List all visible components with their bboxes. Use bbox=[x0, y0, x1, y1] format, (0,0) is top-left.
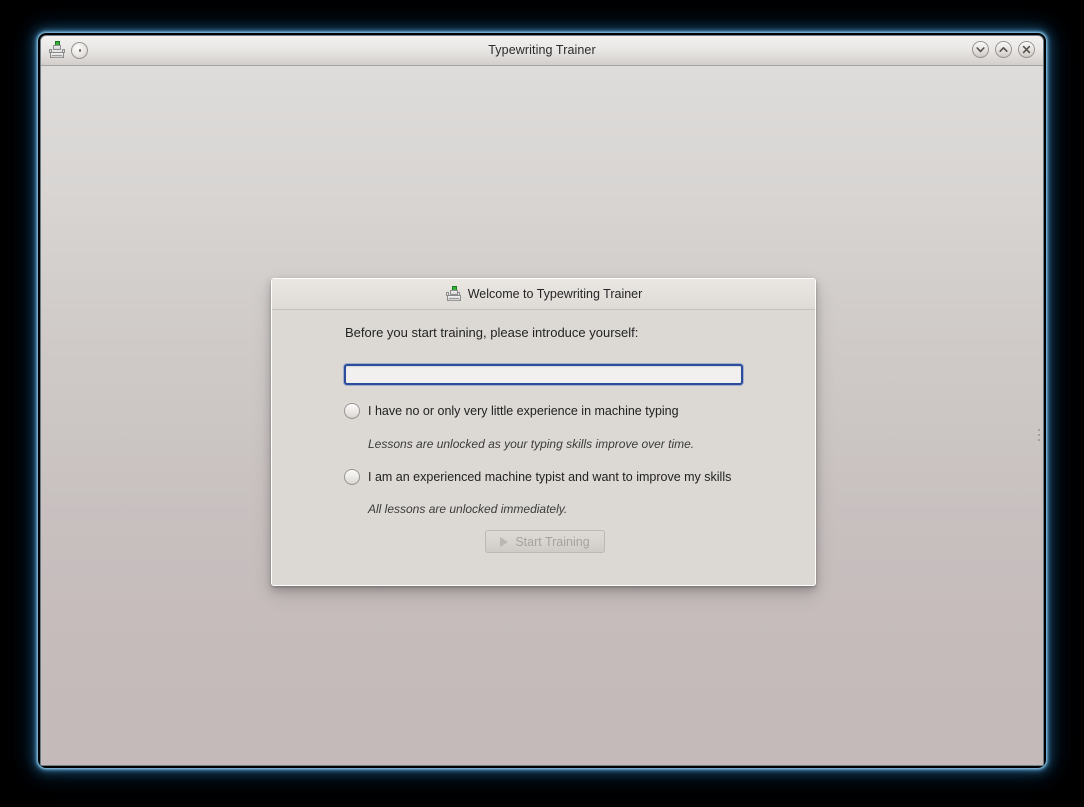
start-training-button[interactable]: Start Training bbox=[485, 530, 605, 553]
introduce-yourself-label: Before you start training, please introd… bbox=[345, 325, 639, 340]
hint-experienced: All lessons are unlocked immediately. bbox=[368, 502, 568, 516]
window-title: Typewriting Trainer bbox=[488, 43, 596, 57]
chevron-down-icon bbox=[976, 47, 985, 53]
window-client-area: Welcome to Typewriting Trainer Before yo… bbox=[41, 66, 1043, 765]
resize-grip[interactable] bbox=[1038, 429, 1041, 443]
option-row-beginner[interactable]: I have no or only very little experience… bbox=[344, 403, 679, 419]
radio-experienced[interactable] bbox=[344, 469, 360, 485]
radio-experienced-label: I am an experienced machine typist and w… bbox=[368, 470, 732, 484]
play-icon bbox=[500, 536, 509, 547]
hint-beginner: Lessons are unlocked as your typing skil… bbox=[368, 437, 695, 451]
dialog-titlebar: Welcome to Typewriting Trainer bbox=[272, 279, 815, 310]
option-row-experienced[interactable]: I am an experienced machine typist and w… bbox=[344, 469, 731, 485]
close-button[interactable] bbox=[1018, 41, 1035, 58]
chevron-up-icon bbox=[999, 47, 1008, 52]
close-icon bbox=[1022, 45, 1031, 54]
dialog-caption: Welcome to Typewriting Trainer bbox=[272, 279, 815, 309]
start-training-label: Start Training bbox=[515, 534, 590, 549]
dialog-title-text: Welcome to Typewriting Trainer bbox=[467, 287, 643, 301]
application-window: Typewriting Trainer Welcome to Typewriti… bbox=[40, 35, 1044, 766]
window-titlebar[interactable]: Typewriting Trainer bbox=[41, 36, 1043, 66]
radio-beginner[interactable] bbox=[344, 403, 360, 419]
desktop-background: Typewriting Trainer Welcome to Typewriti… bbox=[0, 0, 1084, 807]
maximize-button[interactable] bbox=[995, 41, 1012, 58]
welcome-dialog: Welcome to Typewriting Trainer Before yo… bbox=[271, 278, 816, 586]
radio-beginner-label: I have no or only very little experience… bbox=[368, 404, 679, 418]
titlebar-window-buttons bbox=[972, 41, 1035, 58]
typewriter-icon bbox=[445, 286, 461, 302]
name-input[interactable] bbox=[344, 364, 743, 385]
minimize-button[interactable] bbox=[972, 41, 989, 58]
